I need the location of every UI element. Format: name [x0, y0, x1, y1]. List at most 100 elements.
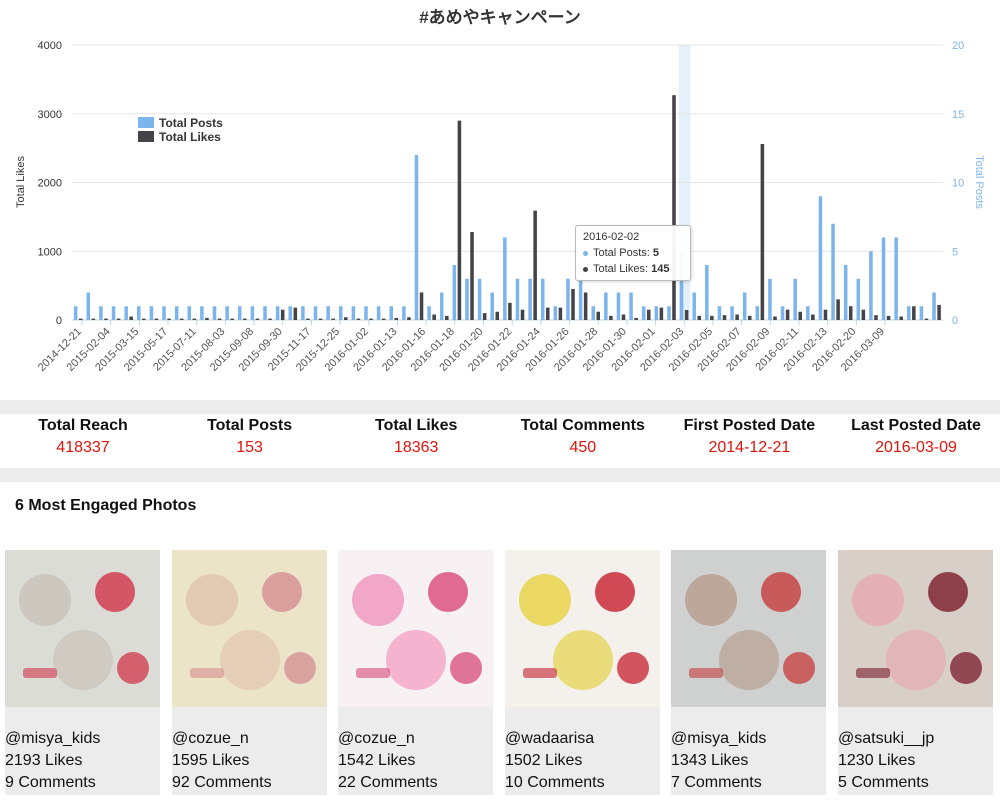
photo-username[interactable]: @cozue_n — [338, 728, 493, 750]
posts-bar — [907, 306, 911, 320]
posts-bar — [932, 292, 936, 320]
photo-thumbnail[interactable] — [5, 550, 160, 707]
likes-bar — [470, 232, 474, 320]
likes-bar — [937, 304, 941, 320]
posts-bar — [389, 306, 394, 320]
posts-bar — [667, 306, 671, 320]
photo-username[interactable]: @cozue_n — [172, 728, 327, 750]
stat-value: 450 — [569, 439, 597, 456]
stat-value: 2016-03-09 — [875, 439, 957, 456]
likes-bar — [142, 318, 146, 320]
posts-bar — [553, 306, 558, 320]
posts-bar — [313, 306, 318, 320]
likes-bar — [520, 309, 525, 320]
posts-bar — [503, 237, 507, 320]
likes-dot-icon — [583, 266, 588, 272]
photo-comments: 7 Comments — [671, 774, 762, 791]
posts-bar — [730, 306, 734, 320]
photo-caption: @wadaarisa 1502 Likes 10 Comments — [505, 728, 660, 794]
stat-value: 2014-12-21 — [708, 439, 791, 456]
posts-dot-icon — [583, 250, 588, 256]
photo-card[interactable]: @misya_kids 1343 Likes 7 Comments — [671, 550, 826, 795]
stat-label: Total Reach — [38, 417, 128, 434]
photo-thumbnail[interactable] — [338, 550, 493, 707]
chart-title: #あめやキャンペーン — [419, 8, 581, 27]
photo-card[interactable]: @cozue_n 1595 Likes 92 Comments — [172, 550, 327, 795]
photo-likes: 1502 Likes — [505, 752, 583, 769]
likes-bar — [394, 317, 399, 320]
tooltip-likes-value: 145 — [651, 263, 670, 275]
posts-bar — [919, 306, 924, 320]
likes-bar — [722, 315, 727, 320]
legend-swatch-posts — [138, 117, 154, 128]
likes-bar — [710, 315, 714, 320]
posts-bar — [641, 306, 646, 320]
posts-bar — [149, 306, 154, 320]
y2-tick-label: 0 — [952, 315, 958, 327]
likes-bar — [583, 292, 588, 320]
photo-caption: @cozue_n 1542 Likes 22 Comments — [338, 728, 493, 794]
likes-bar — [659, 307, 664, 320]
stat-label: Last Posted Date — [851, 417, 981, 434]
likes-bar — [798, 311, 802, 320]
tooltip-likes-row: Total Likes: 145 — [583, 261, 683, 277]
photo-username[interactable]: @wadaarisa — [505, 728, 660, 750]
posts-bar — [578, 278, 583, 320]
likes-bar — [104, 318, 108, 320]
posts-bar — [692, 292, 696, 320]
photo-card[interactable]: @misya_kids 2193 Likes 9 Comments — [5, 550, 160, 795]
posts-bar — [187, 306, 192, 320]
y2-tick-label: 10 — [952, 178, 964, 190]
likes-bar — [924, 318, 929, 320]
likes-bar — [558, 307, 563, 320]
photo-thumbnail[interactable] — [172, 550, 327, 707]
section-divider — [0, 400, 1000, 414]
likes-bar — [78, 318, 83, 320]
photo-card[interactable]: @satsuki__jp 1230 Likes 5 Comments — [838, 550, 993, 795]
y-tick-label: 0 — [56, 315, 62, 327]
photo-likes: 1542 Likes — [338, 752, 416, 769]
likes-bar — [91, 318, 96, 320]
likes-bar — [861, 309, 866, 320]
photo-thumbnail[interactable] — [505, 550, 660, 707]
photo-card[interactable]: @wadaarisa 1502 Likes 10 Comments — [505, 550, 660, 795]
photo-username[interactable]: @satsuki__jp — [838, 728, 993, 750]
stat-value: 18363 — [393, 439, 439, 456]
legend-swatch-likes — [138, 131, 154, 142]
posts-bar — [162, 306, 166, 320]
posts-bar — [540, 278, 545, 320]
photo-username[interactable]: @misya_kids — [5, 728, 160, 750]
y-tick-label: 2000 — [38, 178, 62, 190]
posts-bar — [742, 292, 747, 320]
legend-label-posts: Total Posts — [159, 116, 223, 130]
posts-bar — [843, 265, 848, 320]
likes-bar — [634, 317, 638, 320]
photo-thumbnail[interactable] — [671, 550, 826, 707]
photo-comments: 10 Comments — [505, 774, 605, 791]
posts-bar — [604, 292, 608, 320]
posts-bar — [705, 265, 709, 320]
stat-block: First Posted Date 2014-12-21 — [666, 414, 832, 458]
photo-thumbnail[interactable] — [838, 550, 993, 707]
posts-bar — [768, 278, 772, 320]
photo-username[interactable]: @misya_kids — [671, 728, 826, 750]
likes-bar — [811, 314, 815, 320]
posts-bar — [629, 292, 633, 320]
stat-value: 153 — [236, 439, 263, 456]
photo-comments: 22 Comments — [338, 774, 438, 791]
likes-bar — [331, 318, 335, 320]
likes-bar — [293, 307, 298, 320]
chart-tooltip: 2016-02-02 Total Posts: 5 Total Likes: 1… — [575, 225, 691, 281]
posts-bar — [465, 278, 469, 320]
posts-bar — [881, 237, 886, 320]
posts-bar — [212, 306, 217, 320]
photo-card[interactable]: @cozue_n 1542 Likes 22 Comments — [338, 550, 493, 795]
likes-bar — [482, 313, 487, 320]
likes-bar — [609, 315, 613, 320]
posts-bar — [275, 306, 280, 320]
likes-bar — [735, 314, 739, 320]
likes-bar — [280, 309, 285, 320]
stat-block: Total Likes 18363 — [333, 414, 499, 458]
tooltip-posts-label: Total Posts: — [593, 247, 653, 259]
tooltip-likes-label: Total Likes: — [593, 263, 652, 275]
